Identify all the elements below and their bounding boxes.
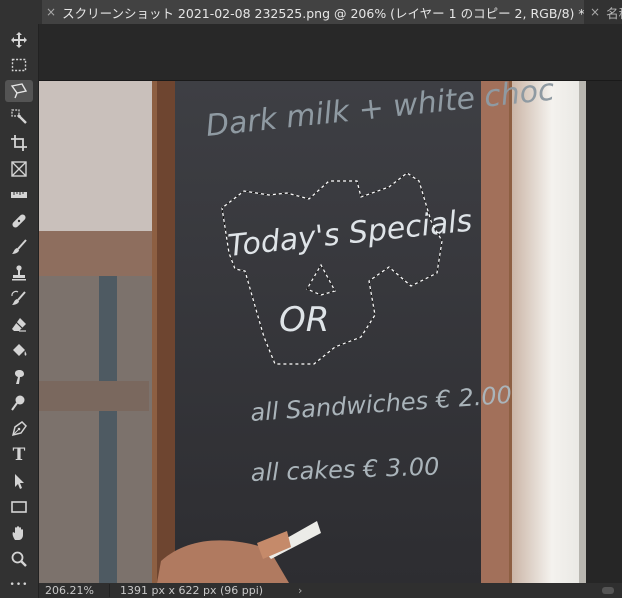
more-icon: ••• bbox=[9, 580, 29, 590]
dodge-icon bbox=[11, 395, 25, 411]
tab-title: スクリーンショット 2021-02-08 232525.png @ 206% (… bbox=[62, 5, 584, 21]
stamp-tool[interactable] bbox=[5, 262, 33, 284]
paint-bucket-tool[interactable] bbox=[5, 340, 33, 362]
move-icon bbox=[11, 32, 27, 48]
move-tool[interactable] bbox=[5, 29, 33, 51]
document-canvas[interactable]: Dark milk + white choc Today's Specials … bbox=[39, 81, 622, 583]
tab-title: 名称 bbox=[606, 5, 622, 21]
brush-icon bbox=[12, 239, 27, 254]
path-selection-icon bbox=[15, 474, 24, 489]
ruler-icon bbox=[11, 192, 27, 198]
photo-chalkboard: Dark milk + white choc Today's Specials … bbox=[39, 81, 622, 583]
tab-other-document[interactable]: × 名称 bbox=[586, 0, 622, 24]
frame-icon bbox=[11, 161, 27, 177]
more-tools-button[interactable]: ••• bbox=[5, 574, 33, 596]
hand-tool[interactable] bbox=[5, 522, 33, 544]
tab-active-document[interactable]: × スクリーンショット 2021-02-08 232525.png @ 206%… bbox=[42, 0, 584, 24]
history-brush-icon bbox=[11, 290, 26, 305]
options-bar bbox=[39, 24, 622, 81]
close-tab-icon[interactable]: × bbox=[590, 5, 600, 19]
smudge-icon bbox=[14, 370, 24, 384]
status-bar: 206.21% 1391 px x 622 px (96 ppi) › bbox=[39, 583, 622, 598]
close-tab-icon[interactable]: × bbox=[46, 5, 56, 19]
marquee-icon bbox=[11, 58, 27, 72]
hand-icon bbox=[12, 526, 23, 540]
smudge-tool[interactable] bbox=[5, 366, 33, 388]
stamp-icon bbox=[12, 265, 26, 281]
crop-tool[interactable] bbox=[5, 132, 33, 154]
chalk-line-3: OR bbox=[279, 300, 329, 340]
document-dimensions: 1391 px x 622 px (96 ppi) bbox=[120, 584, 264, 597]
healing-brush-tool[interactable] bbox=[5, 210, 33, 232]
history-brush-tool[interactable] bbox=[5, 288, 33, 310]
type-icon: T bbox=[12, 445, 26, 465]
type-tool[interactable]: T bbox=[5, 444, 33, 466]
healing-brush-icon bbox=[12, 214, 26, 228]
paint-bucket-icon bbox=[13, 344, 27, 356]
horizontal-scrollbar-thumb[interactable] bbox=[602, 587, 614, 594]
rectangle-icon bbox=[11, 501, 27, 513]
crop-icon bbox=[11, 135, 27, 151]
marquee-tool[interactable] bbox=[5, 54, 33, 76]
zoom-icon bbox=[11, 551, 27, 567]
brush-tool[interactable] bbox=[5, 236, 33, 258]
polygonal-lasso-icon bbox=[10, 83, 28, 99]
status-menu-arrow-icon[interactable]: › bbox=[290, 584, 302, 597]
vertical-scrollbar[interactable] bbox=[586, 81, 622, 583]
tools-panel: T ••• bbox=[0, 24, 39, 598]
ruler-tool[interactable] bbox=[5, 184, 33, 206]
quick-selection-icon bbox=[11, 109, 27, 124]
zoom-tool[interactable] bbox=[5, 548, 33, 570]
path-selection-tool[interactable] bbox=[5, 470, 33, 492]
document-tab-bar: × スクリーンショット 2021-02-08 232525.png @ 206%… bbox=[0, 0, 622, 25]
eraser-tool[interactable] bbox=[5, 314, 33, 336]
quick-selection-tool[interactable] bbox=[5, 106, 33, 128]
frame-tool[interactable] bbox=[5, 158, 33, 180]
eraser-icon bbox=[12, 318, 26, 332]
dodge-tool[interactable] bbox=[5, 392, 33, 414]
pen-tool[interactable] bbox=[5, 418, 33, 440]
polygonal-lasso-tool[interactable] bbox=[5, 80, 33, 102]
zoom-level[interactable]: 206.21% bbox=[39, 584, 110, 597]
rectangle-tool[interactable] bbox=[5, 496, 33, 518]
pen-icon bbox=[11, 421, 27, 437]
